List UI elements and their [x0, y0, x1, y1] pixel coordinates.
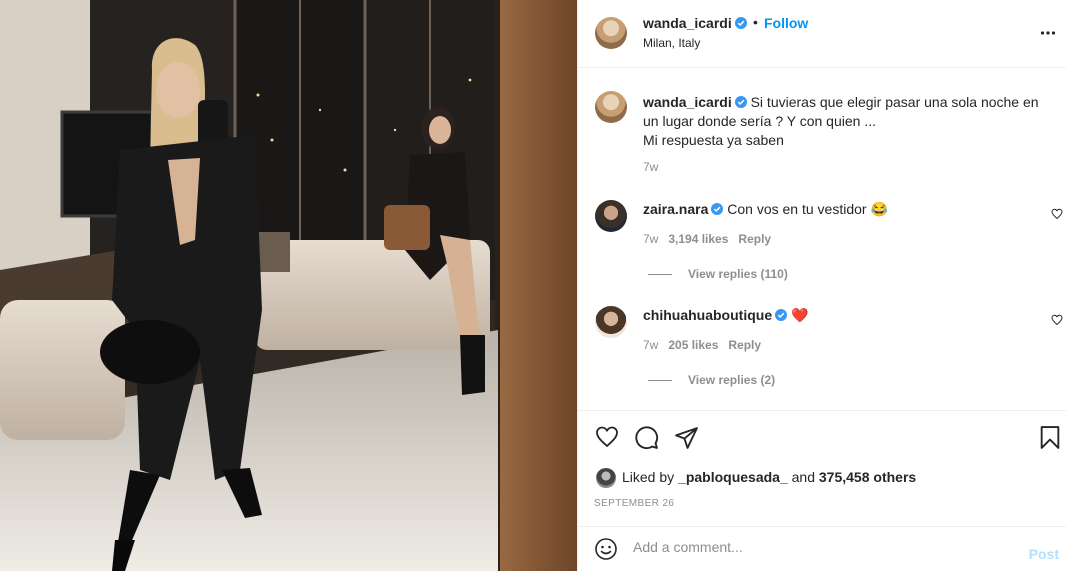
comment-text: ❤️	[791, 307, 809, 323]
post-username-row: wanda_icardi	[643, 15, 747, 31]
post-caption: wanda_icardi Si tuvieras que elegir pasa…	[643, 93, 1053, 150]
comment-meta: 7w 3,194 likes Reply	[643, 232, 771, 246]
post-location[interactable]: Milan, Italy	[643, 36, 700, 50]
share-plane-icon[interactable]	[674, 425, 699, 450]
liked-by-user[interactable]: _pabloquesada_	[678, 469, 788, 485]
add-comment-bar: Post	[578, 526, 1066, 571]
header-separator: •	[753, 14, 758, 30]
post-comment-button[interactable]: Post	[1029, 546, 1059, 562]
heart-icon[interactable]	[594, 425, 620, 449]
verified-badge-icon	[711, 203, 724, 215]
comment-age[interactable]: 7w	[643, 232, 658, 246]
comment-likes[interactable]: 205 likes	[668, 338, 718, 352]
liked-by-prefix: Liked by	[622, 469, 675, 485]
bookmark-icon[interactable]	[1039, 425, 1061, 450]
verified-badge-icon	[734, 17, 747, 29]
post-username[interactable]: wanda_icardi	[643, 15, 732, 31]
view-replies-button[interactable]: View replies (2)	[648, 373, 775, 387]
post-photo[interactable]	[0, 0, 577, 571]
more-options-icon[interactable]	[1040, 30, 1056, 36]
liked-by-others[interactable]: 375,458 others	[819, 469, 916, 485]
comments-list[interactable]: wanda_icardi Si tuvieras que elegir pasa…	[578, 69, 1066, 410]
follow-button[interactable]: Follow	[764, 15, 808, 31]
comment-like-heart-icon[interactable]	[1051, 208, 1063, 220]
verified-badge-icon	[734, 96, 747, 108]
comment-age[interactable]: 7w	[643, 338, 658, 352]
comment-likes[interactable]: 3,194 likes	[668, 232, 728, 246]
comment-username[interactable]: chihuahuaboutique	[643, 307, 772, 323]
instagram-post-view: wanda_icardi • Follow Milan, Italy wanda…	[0, 0, 1066, 571]
caption-text-line2: Mi respuesta ya saben	[643, 132, 784, 148]
post-header: wanda_icardi • Follow Milan, Italy	[578, 0, 1066, 68]
comment-like-heart-icon[interactable]	[1051, 314, 1063, 326]
avatar[interactable]	[595, 91, 627, 123]
post-actions: Liked by _pabloquesada_ and 375,458 othe…	[578, 410, 1066, 526]
view-replies-button[interactable]: View replies (110)	[648, 267, 788, 281]
avatar[interactable]	[595, 17, 627, 49]
caption-username[interactable]: wanda_icardi	[643, 94, 732, 110]
comment-username[interactable]: zaira.nara	[643, 201, 708, 217]
comment-meta: 7w 205 likes Reply	[643, 338, 761, 352]
photo-illustration	[0, 0, 577, 571]
caption-age[interactable]: 7w	[643, 160, 658, 174]
emoji-icon[interactable]	[594, 537, 618, 561]
reply-button[interactable]: Reply	[738, 232, 771, 246]
liked-by-and: and	[791, 469, 815, 485]
comment-bubble-icon[interactable]	[634, 425, 659, 450]
avatar[interactable]	[595, 200, 627, 232]
comment-item: zaira.nara Con vos en tu vestidor 😂	[643, 201, 1033, 218]
comment-text: Con vos en tu vestidor 😂	[727, 201, 888, 217]
post-date[interactable]: SEPTEMBER 26	[594, 498, 674, 509]
reply-button[interactable]: Reply	[728, 338, 761, 352]
liked-by-avatar[interactable]	[596, 468, 616, 488]
comment-item: chihuahuaboutique ❤️	[643, 307, 1033, 324]
post-side-panel: wanda_icardi • Follow Milan, Italy wanda…	[577, 0, 1066, 571]
avatar[interactable]	[595, 306, 627, 338]
liked-by-text: Liked by _pabloquesada_ and 375,458 othe…	[622, 469, 916, 485]
add-comment-input[interactable]	[633, 539, 1013, 555]
verified-badge-icon	[775, 309, 788, 321]
